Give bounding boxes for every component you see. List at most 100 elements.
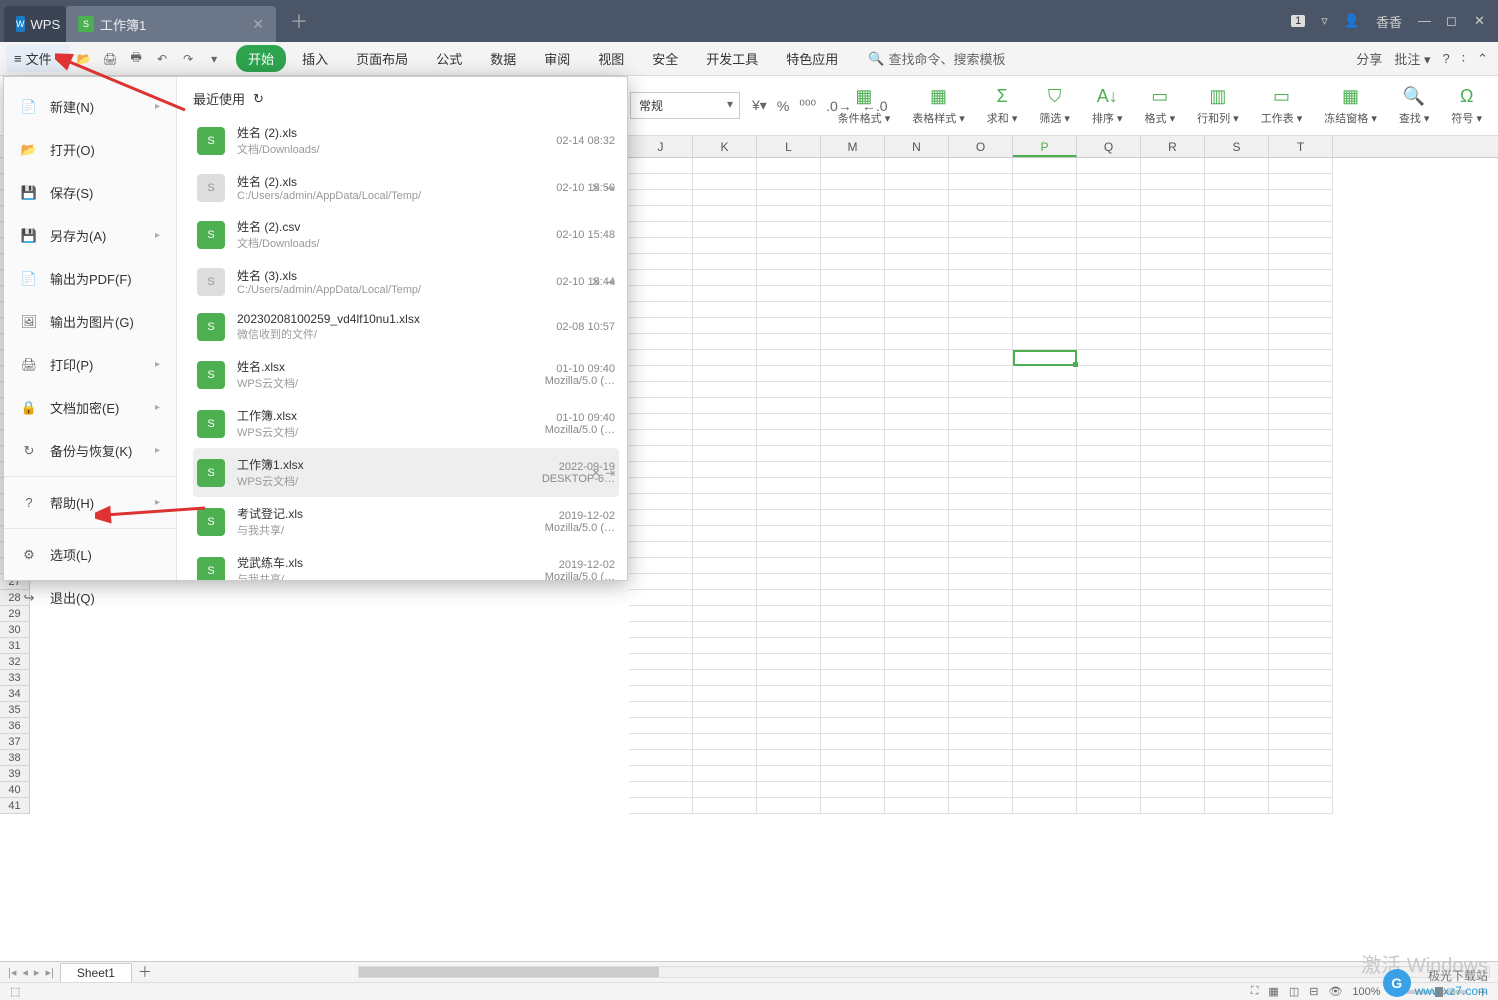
remove-recent-icon[interactable]: ✕ (591, 275, 601, 289)
cell[interactable] (629, 382, 693, 398)
cell[interactable] (629, 398, 693, 414)
cell[interactable] (821, 574, 885, 590)
cell[interactable] (949, 798, 1013, 814)
cell[interactable] (1141, 478, 1205, 494)
cell[interactable] (693, 750, 757, 766)
cell[interactable] (629, 606, 693, 622)
cell[interactable] (949, 302, 1013, 318)
remove-recent-icon[interactable]: ✕ (591, 466, 601, 480)
recent-file-item[interactable]: S 姓名 (3).xls C:/Users/admin/AppData/Loca… (193, 259, 619, 304)
cell[interactable] (757, 174, 821, 190)
cell[interactable] (949, 542, 1013, 558)
cell[interactable] (1077, 462, 1141, 478)
cell[interactable] (1269, 446, 1333, 462)
cell[interactable] (629, 782, 693, 798)
cell[interactable] (1077, 558, 1141, 574)
recent-file-item[interactable]: S 党武练车.xls 与我共享/ 2019-12-02Mozilla/5.0 (… (193, 546, 619, 580)
cell[interactable] (1141, 366, 1205, 382)
ribbon-tab-2[interactable]: 页面布局 (344, 45, 420, 72)
cell[interactable] (1269, 254, 1333, 270)
cell[interactable] (821, 782, 885, 798)
ribbon-tab-5[interactable]: 审阅 (532, 45, 582, 72)
cell[interactable] (1205, 718, 1269, 734)
cell[interactable] (1077, 174, 1141, 190)
cell[interactable] (1141, 222, 1205, 238)
cell[interactable] (885, 670, 949, 686)
cell[interactable] (757, 494, 821, 510)
cell[interactable] (1013, 782, 1077, 798)
cell[interactable] (1077, 270, 1141, 286)
cell[interactable] (821, 494, 885, 510)
cell[interactable] (757, 270, 821, 286)
cell[interactable] (821, 238, 885, 254)
cell[interactable] (1013, 542, 1077, 558)
cell[interactable] (885, 158, 949, 174)
cell[interactable] (629, 318, 693, 334)
cell[interactable] (693, 350, 757, 366)
cell[interactable] (757, 350, 821, 366)
cell[interactable] (1205, 542, 1269, 558)
column-header[interactable]: L (757, 136, 821, 157)
cell[interactable] (629, 222, 693, 238)
cell[interactable] (1269, 334, 1333, 350)
cell[interactable] (629, 686, 693, 702)
row-number[interactable]: 36 (0, 718, 30, 734)
cell[interactable] (629, 574, 693, 590)
cell[interactable] (629, 670, 693, 686)
cell[interactable] (693, 270, 757, 286)
add-sheet-button[interactable]: ＋ (138, 962, 152, 982)
toolbar-工作表[interactable]: ▭工作表 ▾ (1255, 86, 1309, 126)
cell[interactable] (949, 174, 1013, 190)
cell[interactable] (693, 366, 757, 382)
cell[interactable] (629, 718, 693, 734)
cell[interactable] (1141, 734, 1205, 750)
column-header[interactable]: K (693, 136, 757, 157)
cell[interactable] (1077, 734, 1141, 750)
cell[interactable] (1077, 798, 1141, 814)
cell[interactable] (1205, 734, 1269, 750)
cell[interactable] (1205, 350, 1269, 366)
cell[interactable] (1269, 286, 1333, 302)
cell[interactable] (693, 782, 757, 798)
cell[interactable] (1013, 798, 1077, 814)
toolbar-符号[interactable]: Ω符号 ▾ (1445, 86, 1488, 126)
cell[interactable] (1205, 798, 1269, 814)
cell[interactable] (693, 494, 757, 510)
cell[interactable] (757, 302, 821, 318)
recent-list[interactable]: S 姓名 (2).xls 文档/Downloads/ 02-14 08:32 S… (177, 116, 627, 580)
cell[interactable] (1077, 670, 1141, 686)
cell[interactable] (1077, 206, 1141, 222)
ribbon-tab-9[interactable]: 特色应用 (774, 45, 850, 72)
cell[interactable] (821, 350, 885, 366)
cell[interactable] (1205, 478, 1269, 494)
row-number[interactable]: 35 (0, 702, 30, 718)
cell[interactable] (885, 718, 949, 734)
file-menu-item-2[interactable]: 💾保存(S) (4, 171, 176, 214)
cell[interactable] (885, 222, 949, 238)
cell[interactable] (885, 542, 949, 558)
cell[interactable] (1141, 782, 1205, 798)
cell[interactable] (757, 318, 821, 334)
cell[interactable] (1141, 590, 1205, 606)
cell[interactable] (821, 798, 885, 814)
cell[interactable] (949, 718, 1013, 734)
cell[interactable] (885, 302, 949, 318)
cell[interactable] (1077, 414, 1141, 430)
cell[interactable] (629, 270, 693, 286)
column-header[interactable]: Q (1077, 136, 1141, 157)
cell[interactable] (757, 622, 821, 638)
cell[interactable] (693, 158, 757, 174)
cell[interactable] (821, 206, 885, 222)
cell[interactable] (885, 446, 949, 462)
comment-button[interactable]: 批注 ▾ (1394, 49, 1430, 68)
ribbon-tab-7[interactable]: 安全 (640, 45, 690, 72)
cell[interactable] (1205, 190, 1269, 206)
share-button[interactable]: 分享 (1356, 49, 1382, 68)
cell[interactable] (693, 334, 757, 350)
ribbon-tab-6[interactable]: 视图 (586, 45, 636, 72)
cell[interactable] (693, 318, 757, 334)
toolbar-查找[interactable]: 🔍查找 ▾ (1393, 86, 1436, 126)
cell[interactable] (693, 702, 757, 718)
cell[interactable] (821, 606, 885, 622)
cell[interactable] (885, 494, 949, 510)
